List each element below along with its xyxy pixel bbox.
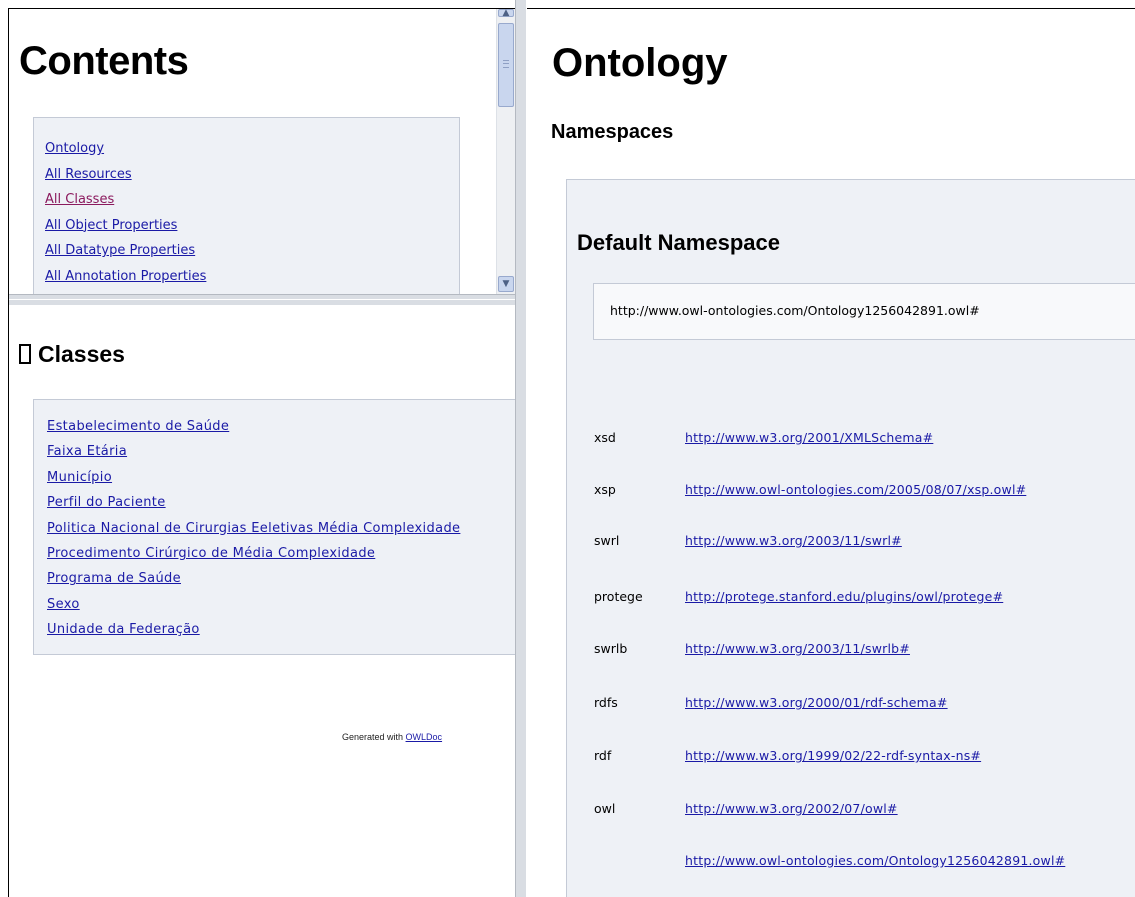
namespace-prefix: swrl xyxy=(594,533,620,548)
class-link[interactable]: Procedimento Cirúrgico de Média Complexi… xyxy=(47,546,375,561)
contents-title: Contents xyxy=(19,39,189,83)
missing-glyph-icon xyxy=(19,344,31,364)
link-all-annotation-properties[interactable]: All Annotation Properties xyxy=(45,269,206,284)
namespace-uri-link[interactable]: http://www.w3.org/2003/11/swrlb# xyxy=(685,641,910,656)
default-namespace-uri: http://www.owl-ontologies.com/Ontology12… xyxy=(610,303,980,318)
namespace-uri-link[interactable]: http://www.owl-ontologies.com/Ontology12… xyxy=(685,853,1065,868)
classes-title: Classes xyxy=(19,341,125,368)
list-item: Município xyxy=(47,465,515,490)
namespaces-title: Namespaces xyxy=(551,121,674,143)
namespace-uri-link[interactable]: http://protege.stanford.edu/plugins/owl/… xyxy=(685,589,1003,604)
contents-item: Ontology xyxy=(45,136,459,162)
class-link[interactable]: Perfil do Paciente xyxy=(47,495,166,510)
class-link[interactable]: Unidade da Federação xyxy=(47,622,200,637)
classes-title-text: Classes xyxy=(38,341,125,367)
ontology-title: Ontology xyxy=(552,41,728,85)
list-item: Programa de Saúde xyxy=(47,566,515,591)
classes-frame: Classes Estabelecimento de Saúde Faixa E… xyxy=(9,306,515,897)
class-link[interactable]: Politica Nacional de Cirurgias Eeletivas… xyxy=(47,521,460,536)
namespace-prefix: owl xyxy=(594,801,616,816)
classes-list: Estabelecimento de Saúde Faixa Etária Mu… xyxy=(34,400,515,643)
link-all-object-properties[interactable]: All Object Properties xyxy=(45,218,177,233)
class-link[interactable]: Programa de Saúde xyxy=(47,571,181,586)
namespace-uri-link[interactable]: http://www.w3.org/2002/07/owl# xyxy=(685,801,898,816)
contents-item: All Datatype Properties xyxy=(45,238,459,264)
owldoc-link[interactable]: OWLDoc xyxy=(406,732,443,742)
class-link[interactable]: Faixa Etária xyxy=(47,444,127,459)
left-column: Contents Ontology All Resources All Clas… xyxy=(9,9,515,897)
namespace-uri-link[interactable]: http://www.w3.org/2003/11/swrl# xyxy=(685,533,902,548)
link-all-resources[interactable]: All Resources xyxy=(45,167,132,182)
namespace-prefix: rdf xyxy=(594,748,612,763)
namespace-prefix: rdfs xyxy=(594,695,618,710)
ontology-frame: Ontology Namespaces Default Namespace ht… xyxy=(527,9,1135,897)
chevron-down-icon: ▼ xyxy=(502,279,510,289)
contents-list: Ontology All Resources All Classes All O… xyxy=(34,118,459,289)
namespace-uri-link[interactable]: http://www.w3.org/1999/02/22-rdf-syntax-… xyxy=(685,748,981,763)
list-item: Procedimento Cirúrgico de Média Complexi… xyxy=(47,541,515,566)
generated-prefix: Generated with xyxy=(342,732,406,742)
classes-panel: Estabelecimento de Saúde Faixa Etária Mu… xyxy=(33,399,515,655)
vertical-frame-splitter[interactable] xyxy=(515,0,527,897)
contents-panel: Ontology All Resources All Classes All O… xyxy=(33,117,460,294)
scroll-thumb[interactable] xyxy=(498,23,514,107)
contents-item: All Annotation Properties xyxy=(45,264,459,290)
namespace-prefix: xsp xyxy=(594,482,616,497)
scroll-down-button[interactable]: ▼ xyxy=(498,276,514,292)
namespaces-panel: Default Namespace http://www.owl-ontolog… xyxy=(566,179,1135,897)
namespace-uri-link[interactable]: http://www.w3.org/2000/01/rdf-schema# xyxy=(685,695,948,710)
contents-item: All Object Properties xyxy=(45,213,459,239)
list-item: Politica Nacional de Cirurgias Eeletivas… xyxy=(47,516,515,541)
link-all-classes[interactable]: All Classes xyxy=(45,192,114,207)
contents-item: All Classes xyxy=(45,187,459,213)
contents-item: All Resources xyxy=(45,162,459,188)
contents-scrollbar[interactable]: ▲ ▼ xyxy=(496,9,515,294)
namespace-prefix: swrlb xyxy=(594,641,628,656)
link-ontology[interactable]: Ontology xyxy=(45,141,104,156)
link-all-datatype-properties[interactable]: All Datatype Properties xyxy=(45,243,195,258)
list-item: Estabelecimento de Saúde xyxy=(47,414,515,439)
default-namespace-title: Default Namespace xyxy=(577,230,780,255)
namespace-uri-link[interactable]: http://www.w3.org/2001/XMLSchema# xyxy=(685,430,933,445)
list-item: Faixa Etária xyxy=(47,439,515,464)
class-link[interactable]: Município xyxy=(47,470,112,485)
list-item: Perfil do Paciente xyxy=(47,490,515,515)
default-namespace-box: http://www.owl-ontologies.com/Ontology12… xyxy=(593,283,1135,340)
horizontal-frame-splitter[interactable] xyxy=(9,294,515,306)
generated-with-note: Generated with OWLDoc xyxy=(342,732,442,742)
grip-icon xyxy=(503,60,509,68)
list-item: Sexo xyxy=(47,592,515,617)
scroll-up-button[interactable]: ▲ xyxy=(498,9,514,18)
contents-frame: Contents Ontology All Resources All Clas… xyxy=(9,9,515,294)
class-link[interactable]: Sexo xyxy=(47,597,80,612)
namespace-prefix: protege xyxy=(594,589,643,604)
list-item: Unidade da Federação xyxy=(47,617,515,642)
namespace-prefix: xsd xyxy=(594,430,616,445)
class-link[interactable]: Estabelecimento de Saúde xyxy=(47,419,229,434)
namespace-uri-link[interactable]: http://www.owl-ontologies.com/2005/08/07… xyxy=(685,482,1026,497)
